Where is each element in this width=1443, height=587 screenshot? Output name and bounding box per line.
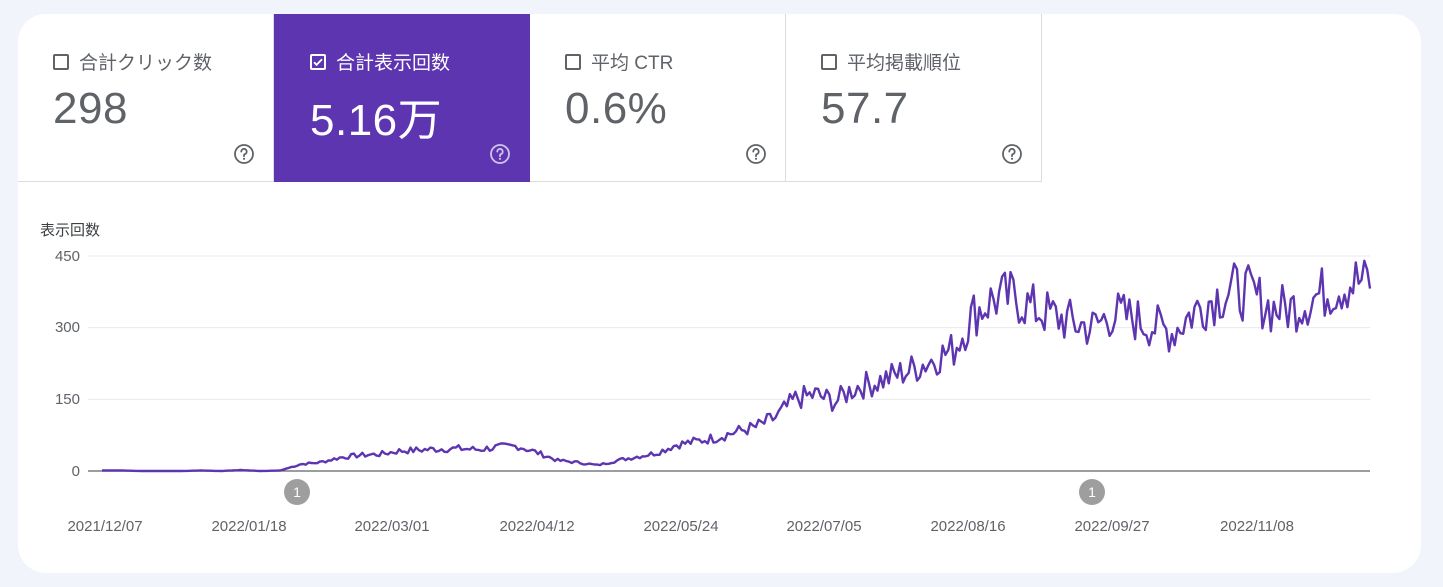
annotation-marker[interactable]: 1 [1079,479,1105,505]
performance-card: 合計クリック数 298 合計表示回数 5.16万 平均 CTR 0.6% 平均掲… [18,14,1421,573]
x-tick-label: 2022/05/24 [643,518,719,535]
x-tick-label: 2022/01/18 [211,518,287,535]
x-tick-label: 2022/07/05 [786,518,862,535]
annotation-marker[interactable]: 1 [284,479,310,505]
impressions-chart: 表示回数 450 300 150 0 2021/12/07 2022/01/18… [18,14,1421,573]
x-tick-label: 2022/08/16 [930,518,1006,535]
x-tick-label: 2022/03/01 [354,518,430,535]
x-tick-label: 2022/11/08 [1220,518,1294,535]
x-tick-label: 2022/09/27 [1074,518,1150,535]
impressions-series-line [102,259,1372,473]
x-tick-label: 2022/04/12 [499,518,575,535]
x-tick-label: 2021/12/07 [67,518,143,535]
line-plot [88,255,1372,473]
